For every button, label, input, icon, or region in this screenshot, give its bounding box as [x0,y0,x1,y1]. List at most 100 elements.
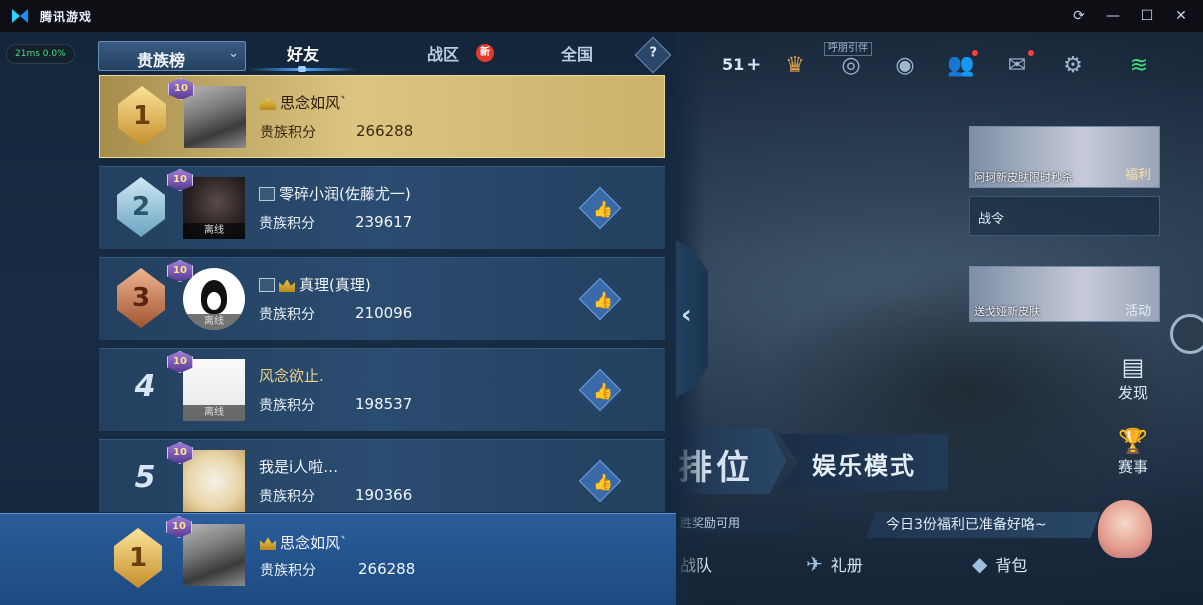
player-name: 我是i人啦… [259,458,339,476]
my-rank-row[interactable]: 1 10 思念如风` 贵族积分 266288 [0,513,676,605]
leaderboard-row[interactable]: 1 10 思念如风` 贵族积分 266288 [99,75,665,158]
score-value: 190366 [355,486,413,504]
window-controls: ⟳ — ☐ ✕ [1071,0,1189,32]
leaderboard-row[interactable]: 5 10 我是i人啦… 贵族积分 190366 👍 [99,439,665,512]
chevron-left-icon: ‹ [681,300,692,330]
entertainment-mode-button[interactable]: 娱乐模式 [778,434,948,490]
mail-notify-dot [1028,50,1034,56]
silver-rank-badge-icon: 2 [117,177,165,237]
leaderboard-type-dropdown[interactable]: 贵族榜 ⌄ [98,41,246,71]
leaderboard-row[interactable]: 3 离线 10 真理(真理) 贵族积分 210096 👍 [99,257,665,340]
avatar[interactable] [183,450,245,512]
svip-crown-icon [260,537,276,550]
gold-rank-badge-icon: 1 [118,86,166,146]
player-name: 真理(真理) [259,274,371,295]
eye-icon[interactable]: ◉ [890,52,920,80]
avatar[interactable]: 离线 [183,359,245,421]
score-value: 210096 [355,304,413,322]
network-ping: 21ms 0.0% [6,44,75,64]
rank-number: 4 [134,369,156,404]
side-nav-events[interactable]: 🏆 赛事 [1108,426,1158,477]
welfare-banner[interactable]: 今日3份福利已准备好咯~ [866,512,1100,538]
wifi-icon: ≋ [1129,53,1149,78]
id-card-icon [259,187,275,201]
leaderboard-tabs: 贵族榜 ⌄ 好友 战区 新 全国 ? [98,36,676,74]
avatar[interactable]: 离线 [183,268,245,330]
score-label: 贵族积分 [260,563,316,579]
app-window: 腾讯游戏 ⟳ — ☐ ✕ 51 + ♛ 呼朋引伴 ◎ ◉ 👥 ✉ ⚙ ≋ 阿珂新皮… [0,0,1203,605]
trophy-icon: 🏆 [1118,427,1148,455]
friends-icon[interactable]: 👥 [946,52,976,80]
maximize-icon[interactable]: ☐ [1139,8,1155,24]
thumbs-up-icon: 👍 [593,472,614,492]
chevron-down-icon: ⌄ [228,46,239,61]
avatar[interactable] [183,524,245,586]
id-card-icon [259,278,275,292]
tab-war-zone[interactable]: 战区 [398,40,488,72]
friends-notify-dot [972,50,978,56]
event-caption: 送戈娅新皮肤 [974,305,1040,318]
minimize-icon[interactable]: — [1105,8,1121,24]
score-value: 266288 [356,122,414,140]
thumbs-up-icon: 👍 [593,199,614,219]
side-float-button[interactable] [1170,314,1203,354]
bottom-nav-backpack[interactable]: ◆ 背包 [972,548,1027,580]
rank-number: 5 [134,460,156,495]
player-name: 零碎小润(佐藤尤一) [259,183,411,204]
avatar[interactable]: 离线 [183,177,245,239]
score-value: 239617 [355,213,413,231]
thumbs-up-icon: 👍 [593,290,614,310]
offline-label: 离线 [183,405,245,421]
help-button[interactable]: ? [634,36,672,74]
target-icon[interactable]: ◎ [836,52,866,80]
offline-label: 离线 [183,314,245,330]
score-label: 贵族积分 [259,307,315,323]
leaderboard-row[interactable]: 2 离线 10 零碎小润(佐藤尤一) 贵族积分 239617 👍 [99,166,665,249]
svip-crown-icon [260,97,276,110]
score-label: 贵族积分 [259,216,315,232]
mascot-avatar[interactable] [1098,500,1152,558]
score-label: 贵族积分 [259,398,315,414]
like-button[interactable]: 👍 [578,186,622,230]
like-button[interactable]: 👍 [578,459,622,503]
titlebar: 腾讯游戏 ⟳ — ☐ ✕ [0,0,1203,32]
close-icon[interactable]: ✕ [1173,8,1189,24]
score-label: 贵族积分 [260,125,316,141]
backpack-icon: ◆ [972,552,988,576]
svip-crown-icon [279,279,295,292]
like-button[interactable]: 👍 [578,277,622,321]
mail-icon[interactable]: ✉ [1002,52,1032,80]
help-icon: ? [649,45,657,61]
bronze-rank-badge-icon: 3 [117,268,165,328]
qq-penguin-icon [201,280,227,314]
new-badge: 新 [476,44,494,62]
refresh-icon[interactable]: ⟳ [1071,8,1087,24]
battle-pass-card[interactable]: 战令 [969,196,1160,236]
event-caption: 阿珂新皮肤限时秒杀 [974,171,1073,184]
offline-label: 离线 [183,223,245,239]
app-logo-icon [12,7,34,25]
player-name: 思念如风` [260,92,348,113]
gold-rank-badge-icon: 1 [114,528,162,588]
settings-gear-icon[interactable]: ⚙ [1058,52,1088,80]
score-value: 266288 [358,560,416,578]
rank-emblem-icon[interactable]: ♛ [780,52,810,80]
like-button[interactable]: 👍 [578,368,622,412]
calendar-icon: ▤ [1121,353,1145,381]
player-name: 风念欲止. [259,367,324,385]
bottom-nav-gift-book[interactable]: ✈ 礼册 [806,548,863,580]
add-currency-icon[interactable]: + [746,54,761,75]
tab-national[interactable]: 全国 [532,40,622,72]
welfare-label: 福利 [1124,168,1151,183]
avatar[interactable] [184,86,246,148]
currency-display[interactable]: 51 + [722,54,761,75]
leaderboard-row[interactable]: 4 离线 10 风念欲止. 贵族积分 198537 👍 [99,348,665,431]
app-title: 腾讯游戏 [40,9,93,24]
thumbs-up-icon: 👍 [593,381,614,401]
side-nav-discover[interactable]: ▤ 发现 [1108,352,1158,403]
leaderboard-list[interactable]: 1 10 思念如风` 贵族积分 266288 2 离线 10 零碎小润(佐藤尤一… [99,75,665,512]
gift-book-icon: ✈ [806,552,823,576]
player-name: 思念如风` [260,532,348,553]
score-value: 198537 [355,395,413,413]
score-label: 贵族积分 [259,489,315,505]
